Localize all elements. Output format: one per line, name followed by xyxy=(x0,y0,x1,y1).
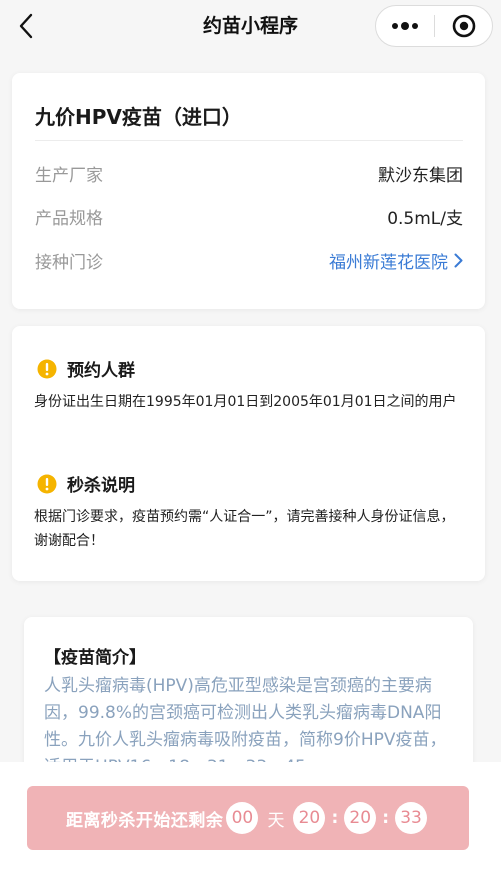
flash-sale-text: 根据门诊要求，疫苗预约需“人证合一”，请完善接种人身份证信息，谢谢配合！ xyxy=(34,509,455,549)
flash-sale-heading: 秒杀说明 xyxy=(37,471,135,496)
back-button[interactable] xyxy=(12,12,40,40)
more-dots-icon xyxy=(392,22,418,30)
intro-title: 【疫苗简介】 xyxy=(44,648,146,668)
countdown-button[interactable]: 距离秒杀开始还剩余 00 天 20 : 20 : 33 xyxy=(27,786,469,850)
countdown-separator: : xyxy=(331,808,339,828)
spec-row: 产品规格 0.5mL/支 xyxy=(35,203,463,229)
manufacturer-value: 默沙东集团 xyxy=(378,165,463,186)
flash-sale-title: 秒杀说明 xyxy=(67,476,135,496)
vaccine-name: 九价HPV疫苗（进口） xyxy=(35,105,242,129)
close-button[interactable] xyxy=(435,6,492,46)
page: 约苗小程序 九价HPV疫苗（进口） 生产厂家 默沙东集团 产品规格 0.5mL/… xyxy=(0,0,501,872)
spec-value: 0.5mL/支 xyxy=(387,208,463,229)
clinic-link[interactable]: 福州新莲花医院 xyxy=(329,248,463,273)
info-icon xyxy=(37,359,57,378)
target-close-icon xyxy=(452,14,475,38)
spec-label: 产品规格 xyxy=(35,208,103,229)
clinic-label: 接种门诊 xyxy=(35,252,103,273)
chevron-right-icon xyxy=(454,253,463,267)
manufacturer-label: 生产厂家 xyxy=(35,165,103,186)
more-button[interactable] xyxy=(376,6,434,46)
vaccine-info-card: 九价HPV疫苗（进口） 生产厂家 默沙东集团 产品规格 0.5mL/支 接种门诊… xyxy=(12,73,485,309)
countdown-hours: 20 xyxy=(293,802,326,834)
countdown-seconds: 33 xyxy=(395,802,428,834)
info-icon xyxy=(37,474,57,493)
target-group-title: 预约人群 xyxy=(67,361,135,381)
navbar: 约苗小程序 xyxy=(0,0,501,52)
countdown-day-unit: 天 xyxy=(267,810,285,831)
countdown-separator: : xyxy=(382,808,390,828)
clinic-name: 福州新莲花医院 xyxy=(329,252,448,273)
countdown-days: 00 xyxy=(226,802,259,834)
target-group-text: 身份证出生日期在1995年01月01日到2005年01月01日之间的用户 xyxy=(34,394,457,410)
rules-card: 预约人群 身份证出生日期在1995年01月01日到2005年01月01日之间的用… xyxy=(12,326,485,581)
mini-program-capsule xyxy=(375,5,493,47)
countdown-minutes: 20 xyxy=(344,802,377,834)
manufacturer-row: 生产厂家 默沙东集团 xyxy=(35,160,463,186)
divider xyxy=(35,140,463,141)
chevron-left-icon xyxy=(19,13,33,39)
countdown-label: 距离秒杀开始还剩余 xyxy=(65,810,224,831)
clinic-row: 接种门诊 福州新莲花医院 xyxy=(35,247,463,273)
target-group-heading: 预约人群 xyxy=(37,356,135,381)
